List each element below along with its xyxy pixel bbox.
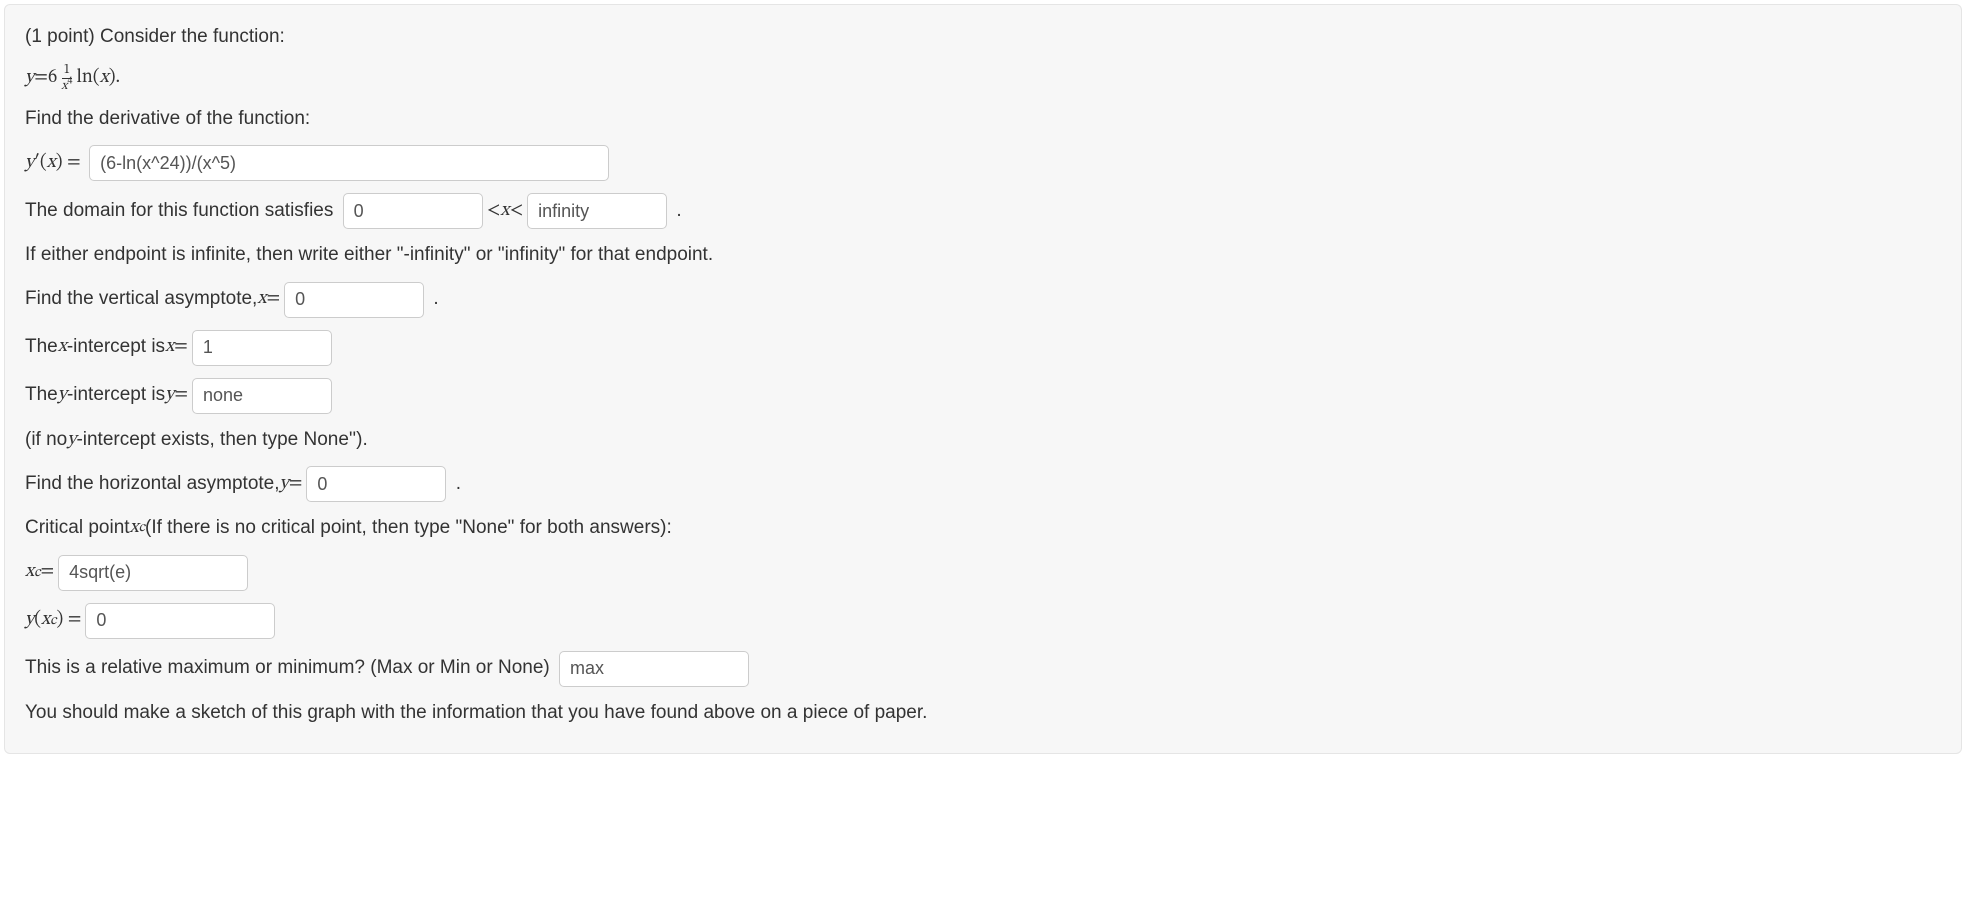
domain-x: x xyxy=(500,197,509,226)
problem-points-text: (1 point) Consider the function: xyxy=(25,23,285,52)
yi-var: y xyxy=(58,381,67,410)
x-intercept-row: The x -intercept is x = xyxy=(25,330,1941,366)
vertical-asymptote-input[interactable] xyxy=(284,282,424,318)
y-intercept-note: (if no y -intercept exists, then type No… xyxy=(25,426,1941,455)
y-intercept-input[interactable] xyxy=(192,378,332,414)
domain-period: . xyxy=(676,197,681,226)
lt2: < xyxy=(509,197,523,226)
yxc-close: ) = xyxy=(56,606,81,635)
fraction: 1 x4 xyxy=(59,64,74,93)
xi-var2: x xyxy=(165,333,174,362)
fraction-denominator: x4 xyxy=(59,79,74,93)
yxc-x: x xyxy=(41,606,50,635)
lt1: < xyxy=(487,197,501,226)
function-y: y xyxy=(25,64,34,93)
yi-eq: = xyxy=(174,381,188,410)
domain-upper-input[interactable] xyxy=(527,193,667,229)
horizontal-asymptote-input[interactable] xyxy=(306,466,446,502)
xc-eq: = xyxy=(40,558,54,587)
critical-point-intro: Critical point xc (If there is no critic… xyxy=(25,514,1941,543)
find-derivative-text: Find the derivative of the function: xyxy=(25,105,1941,134)
footer-text: You should make a sketch of this graph w… xyxy=(25,699,1941,728)
ln-close: ). xyxy=(109,64,120,93)
xc-input[interactable] xyxy=(58,555,248,591)
vertical-asymptote-row: Find the vertical asymptote, x = . xyxy=(25,282,1941,318)
equals-sign: = xyxy=(34,64,48,93)
cp-text1: Critical point xyxy=(25,514,130,543)
function-definition: y = 6 1 x4 ln(x). xyxy=(25,64,1941,93)
xi-eq: = xyxy=(174,333,188,362)
yxc-y: y xyxy=(25,606,34,635)
cp-xc: x xyxy=(130,514,139,543)
yi-text2: -intercept is xyxy=(67,381,165,410)
xi-text1: The xyxy=(25,333,58,362)
domain-instruction: If either endpoint is infinite, then wri… xyxy=(25,241,1941,270)
xc-label: x xyxy=(25,558,34,587)
y-intercept-row: The y -intercept is y = xyxy=(25,378,1941,414)
xi-var: x xyxy=(58,333,67,362)
ha-eq: = xyxy=(289,470,303,499)
max-min-row: This is a relative maximum or minimum? (… xyxy=(25,651,1941,687)
yi-note1: (if no xyxy=(25,426,67,455)
cp-text2: (If there is no critical point, then typ… xyxy=(145,514,672,543)
max-min-text: This is a relative maximum or minimum? (… xyxy=(25,654,550,683)
va-var: x xyxy=(257,285,266,314)
xc-row: xc = xyxy=(25,555,1941,591)
ha-text: Find the horizontal asymptote, xyxy=(25,470,280,499)
yxc-input[interactable] xyxy=(85,603,275,639)
domain-lower-input[interactable] xyxy=(343,193,483,229)
yxc-row: y(xc) = xyxy=(25,603,1941,639)
horizontal-asymptote-row: Find the horizontal asymptote, y = . xyxy=(25,466,1941,502)
va-text: Find the vertical asymptote, xyxy=(25,285,257,314)
ha-period: . xyxy=(456,470,461,499)
yxc-open: ( xyxy=(34,606,41,635)
derivative-row: y′(x) = xyxy=(25,145,1941,181)
xi-text2: -intercept is xyxy=(67,333,165,362)
problem-container: (1 point) Consider the function: y = 6 1… xyxy=(4,4,1962,754)
domain-text: The domain for this function satisfies xyxy=(25,197,333,226)
problem-intro: (1 point) Consider the function: xyxy=(25,23,1941,52)
derivative-paren: ( xyxy=(40,149,47,178)
x-intercept-input[interactable] xyxy=(192,330,332,366)
domain-row: The domain for this function satisfies <… xyxy=(25,193,1941,229)
yi-text1: The xyxy=(25,381,58,410)
yi-var2: y xyxy=(165,381,174,410)
yi-note-var: y xyxy=(67,426,76,455)
yi-note2: -intercept exists, then type None''). xyxy=(76,426,367,455)
va-eq: = xyxy=(266,285,280,314)
ha-var: y xyxy=(280,470,289,499)
coefficient: 6 xyxy=(48,64,57,93)
va-period: . xyxy=(433,285,438,314)
max-min-input[interactable] xyxy=(559,651,749,687)
ln-open: ln( xyxy=(76,64,99,93)
ln-arg: x xyxy=(100,64,109,93)
derivative-input[interactable] xyxy=(89,145,609,181)
derivative-y: y xyxy=(25,149,34,178)
